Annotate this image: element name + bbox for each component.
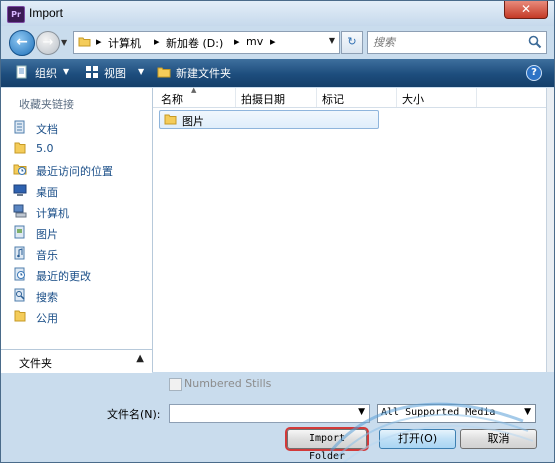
computer-icon <box>13 204 27 218</box>
list-item[interactable]: 图片 <box>159 110 379 129</box>
recent-pages-dropdown-icon[interactable]: ▼ <box>61 38 67 47</box>
sidebar-item-desktop[interactable]: 桌面 <box>13 182 148 200</box>
sidebar-item-public[interactable]: 公用 <box>13 308 148 326</box>
folders-label: 文件夹 <box>19 357 52 370</box>
sidebar-item-label: 计算机 <box>36 207 69 220</box>
sidebar-item-label: 5.0 <box>36 142 54 155</box>
file-name: 图片 <box>182 115 204 128</box>
window-title: Import <box>29 6 64 20</box>
sidebar-item-5-0[interactable]: 5.0 <box>13 140 148 158</box>
column-header-tags[interactable]: 标记 <box>322 91 344 107</box>
search-box[interactable] <box>367 31 547 54</box>
crumb-computer[interactable]: 计算机 <box>108 35 141 51</box>
sidebar-item-searches[interactable]: 搜索 <box>13 287 148 305</box>
organize-dropdown-icon[interactable]: ▼ <box>63 67 69 76</box>
views-icon <box>86 66 98 78</box>
views-dropdown-icon[interactable]: ▼ <box>138 67 144 76</box>
forward-button[interactable]: → <box>36 31 60 55</box>
column-divider[interactable] <box>476 88 477 107</box>
import-dialog: Pr Import ✕ ← → ▼ ▸ 计算机 ▸ 新加卷 (D:) ▸ mv … <box>0 0 555 463</box>
crumb-arrow-icon: ▸ <box>96 35 102 48</box>
recent-changes-icon <box>14 267 25 281</box>
navigation-pane: 收藏夹链接 文档 5.0 最近访问的位置 桌面 计算机 图片 音乐 最近的更改 … <box>1 88 153 373</box>
premiere-app-icon: Pr <box>7 6 25 23</box>
favorite-links-header: 收藏夹链接 <box>19 98 74 111</box>
column-divider[interactable] <box>396 88 397 107</box>
sidebar-item-label: 最近的更改 <box>36 270 91 283</box>
title-bar[interactable]: Pr Import ✕ <box>1 1 554 26</box>
sidebar-item-music[interactable]: 音乐 <box>13 245 148 263</box>
sidebar-item-pictures[interactable]: 图片 <box>13 224 148 242</box>
help-icon[interactable]: ? <box>526 65 542 81</box>
organize-icon <box>16 65 27 79</box>
command-toolbar: 组织 ▼ 视图 ▼ 新建文件夹 ? <box>1 59 554 87</box>
chevron-up-icon[interactable]: ▲ <box>136 353 144 364</box>
organize-button[interactable]: 组织 <box>35 65 57 81</box>
column-header-row: 名称 ▲ 拍摄日期 标记 大小 <box>153 86 546 108</box>
sidebar-item-computer[interactable]: 计算机 <box>13 203 148 221</box>
filename-label: 文件名(N): <box>107 408 161 421</box>
folder-icon <box>14 142 26 154</box>
views-button[interactable]: 视图 <box>104 65 126 81</box>
scrollbar[interactable] <box>546 88 554 372</box>
desktop-icon <box>13 184 27 196</box>
column-header-name[interactable]: 名称 <box>161 91 183 107</box>
folders-toggle[interactable]: 文件夹 ▲ <box>1 349 152 373</box>
sidebar-item-recent-changes[interactable]: 最近的更改 <box>13 266 148 284</box>
address-row: ← → ▼ ▸ 计算机 ▸ 新加卷 (D:) ▸ mv ▸ ▼ ↻ <box>1 26 554 58</box>
crumb-folder[interactable]: mv <box>246 35 263 48</box>
sidebar-item-label: 音乐 <box>36 249 58 262</box>
crumb-arrow-icon: ▸ <box>234 35 240 48</box>
dialog-footer: Numbered Stills 文件名(N): ▼ All Supported … <box>1 373 554 462</box>
sort-ascending-icon: ▲ <box>191 86 197 94</box>
sidebar-item-label: 搜索 <box>36 291 58 304</box>
sidebar-item-label: 最近访问的位置 <box>36 165 113 178</box>
close-button[interactable]: ✕ <box>504 1 548 19</box>
sidebar-item-label: 公用 <box>36 312 58 325</box>
address-bar[interactable]: ▸ 计算机 ▸ 新加卷 (D:) ▸ mv ▸ ▼ <box>73 31 340 54</box>
search-input[interactable] <box>371 34 525 51</box>
column-divider[interactable] <box>235 88 236 107</box>
sidebar-item-label: 图片 <box>36 228 58 241</box>
new-folder-icon <box>157 67 171 78</box>
documents-icon <box>14 120 25 134</box>
column-header-date-taken[interactable]: 拍摄日期 <box>241 91 285 107</box>
search-icon[interactable] <box>528 35 542 49</box>
crumb-arrow-icon: ▸ <box>270 35 276 48</box>
search-icon <box>14 288 25 302</box>
column-divider[interactable] <box>316 88 317 107</box>
sidebar-item-label: 桌面 <box>36 186 58 199</box>
folder-icon <box>14 310 26 322</box>
recent-places-icon <box>13 164 27 175</box>
sidebar-item-label: 文档 <box>36 123 58 136</box>
checkbox-box[interactable] <box>169 378 182 391</box>
column-header-size[interactable]: 大小 <box>402 91 424 107</box>
pictures-icon <box>14 225 25 239</box>
folder-icon <box>78 37 91 47</box>
address-dropdown-icon[interactable]: ▼ <box>329 36 335 45</box>
refresh-button[interactable]: ↻ <box>341 31 363 54</box>
numbered-stills-label: Numbered Stills <box>184 377 272 390</box>
new-folder-button[interactable]: 新建文件夹 <box>176 65 231 81</box>
crumb-drive[interactable]: 新加卷 (D:) <box>166 35 223 51</box>
sidebar-item-documents[interactable]: 文档 <box>13 119 148 137</box>
file-list-pane[interactable]: 名称 ▲ 拍摄日期 标记 大小 图片 <box>153 86 546 372</box>
crumb-arrow-icon: ▸ <box>154 35 160 48</box>
back-button[interactable]: ← <box>9 30 35 56</box>
music-icon <box>14 246 25 260</box>
sidebar-item-recent-places[interactable]: 最近访问的位置 <box>13 161 148 179</box>
watermark-logo <box>329 402 534 462</box>
folder-icon <box>164 114 177 125</box>
